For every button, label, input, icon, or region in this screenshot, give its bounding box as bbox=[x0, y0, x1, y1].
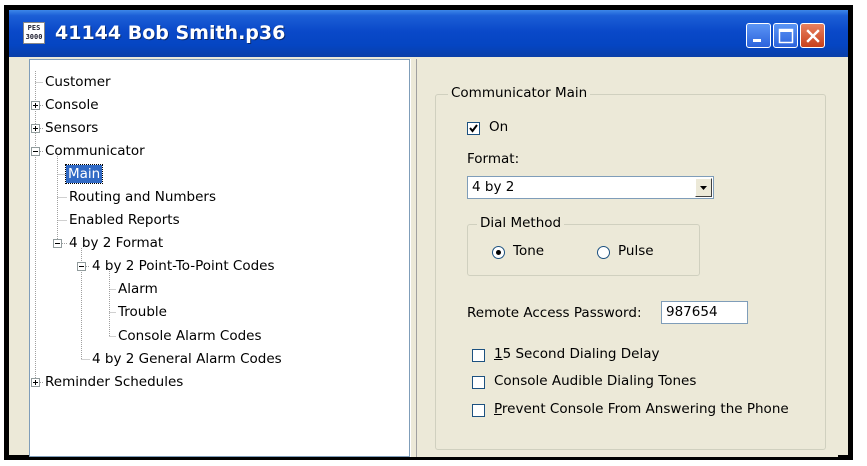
tree-view[interactable]: Customer Console Sensors Communicator Ma… bbox=[29, 59, 410, 457]
dialing-delay-label[interactable]: 15 Second Dialing Delay bbox=[494, 346, 660, 362]
tree-item-point-to-point-codes[interactable]: 4 by 2 Point-To-Point Codes bbox=[90, 257, 277, 275]
tree-item-enabled-reports[interactable]: Enabled Reports bbox=[67, 211, 182, 229]
tree-item-sensors[interactable]: Sensors bbox=[43, 119, 100, 137]
audible-tones-checkbox[interactable] bbox=[472, 376, 485, 389]
password-label: Remote Access Password: bbox=[467, 305, 642, 321]
password-input[interactable]: 987654 bbox=[661, 301, 748, 324]
tree-item-console[interactable]: Console bbox=[43, 96, 101, 114]
tree-item-trouble[interactable]: Trouble bbox=[116, 303, 169, 321]
window-title: 41144 Bob Smith.p36 bbox=[55, 22, 286, 44]
maximize-button[interactable] bbox=[773, 23, 798, 48]
pulse-label[interactable]: Pulse bbox=[618, 243, 654, 259]
tree-item-main[interactable]: Main bbox=[64, 164, 104, 184]
dropdown-arrow-button[interactable] bbox=[695, 178, 712, 197]
tree-item-reminder-schedules[interactable]: Reminder Schedules bbox=[43, 373, 185, 391]
prevent-answering-checkbox[interactable] bbox=[472, 404, 485, 417]
group-title: Communicator Main bbox=[448, 85, 591, 101]
expand-icon[interactable] bbox=[31, 101, 40, 110]
pane-splitter[interactable] bbox=[410, 59, 417, 457]
tone-radio[interactable] bbox=[492, 246, 505, 259]
checkmark-icon bbox=[469, 124, 478, 133]
collapse-icon[interactable] bbox=[77, 262, 86, 271]
tone-label[interactable]: Tone bbox=[513, 243, 544, 259]
tree-item-communicator[interactable]: Communicator bbox=[43, 142, 147, 160]
tree-item-console-alarm-codes[interactable]: Console Alarm Codes bbox=[116, 327, 264, 345]
tree-item-general-alarm-codes[interactable]: 4 by 2 General Alarm Codes bbox=[90, 350, 284, 368]
title-bar[interactable]: PES 3000 41144 Bob Smith.p36 bbox=[9, 10, 848, 57]
app-icon[interactable]: PES 3000 bbox=[23, 22, 45, 44]
expand-icon[interactable] bbox=[31, 124, 40, 133]
tree-item-alarm[interactable]: Alarm bbox=[116, 280, 160, 298]
audible-tones-label[interactable]: Console Audible Dialing Tones bbox=[494, 373, 696, 389]
tree-item-4-by-2-format[interactable]: 4 by 2 Format bbox=[67, 234, 165, 252]
format-dropdown[interactable]: 4 by 2 bbox=[467, 176, 714, 199]
expand-icon[interactable] bbox=[31, 378, 40, 387]
minimize-button[interactable] bbox=[746, 23, 771, 48]
tree-item-customer[interactable]: Customer bbox=[43, 73, 113, 91]
dialing-delay-checkbox[interactable] bbox=[472, 349, 485, 362]
collapse-icon[interactable] bbox=[53, 239, 62, 248]
prevent-answering-label[interactable]: Prevent Console From Answering the Phone bbox=[494, 401, 789, 417]
maximize-icon bbox=[778, 28, 794, 44]
format-label: Format: bbox=[467, 151, 520, 167]
collapse-icon[interactable] bbox=[31, 147, 40, 156]
close-icon bbox=[806, 29, 820, 43]
app-window: PES 3000 41144 Bob Smith.p36 Customer Co… bbox=[4, 5, 853, 460]
on-checkbox[interactable] bbox=[467, 122, 480, 135]
chevron-down-icon bbox=[700, 186, 707, 190]
format-value: 4 by 2 bbox=[472, 179, 515, 195]
tree-item-routing-and-numbers[interactable]: Routing and Numbers bbox=[67, 188, 218, 206]
settings-panel: Communicator Main On Format: 4 by 2 Dial… bbox=[417, 59, 838, 457]
pulse-radio[interactable] bbox=[597, 246, 610, 259]
minimize-icon bbox=[753, 39, 761, 42]
close-button[interactable] bbox=[800, 23, 825, 48]
on-label[interactable]: On bbox=[489, 119, 508, 135]
dial-method-title: Dial Method bbox=[477, 215, 565, 231]
